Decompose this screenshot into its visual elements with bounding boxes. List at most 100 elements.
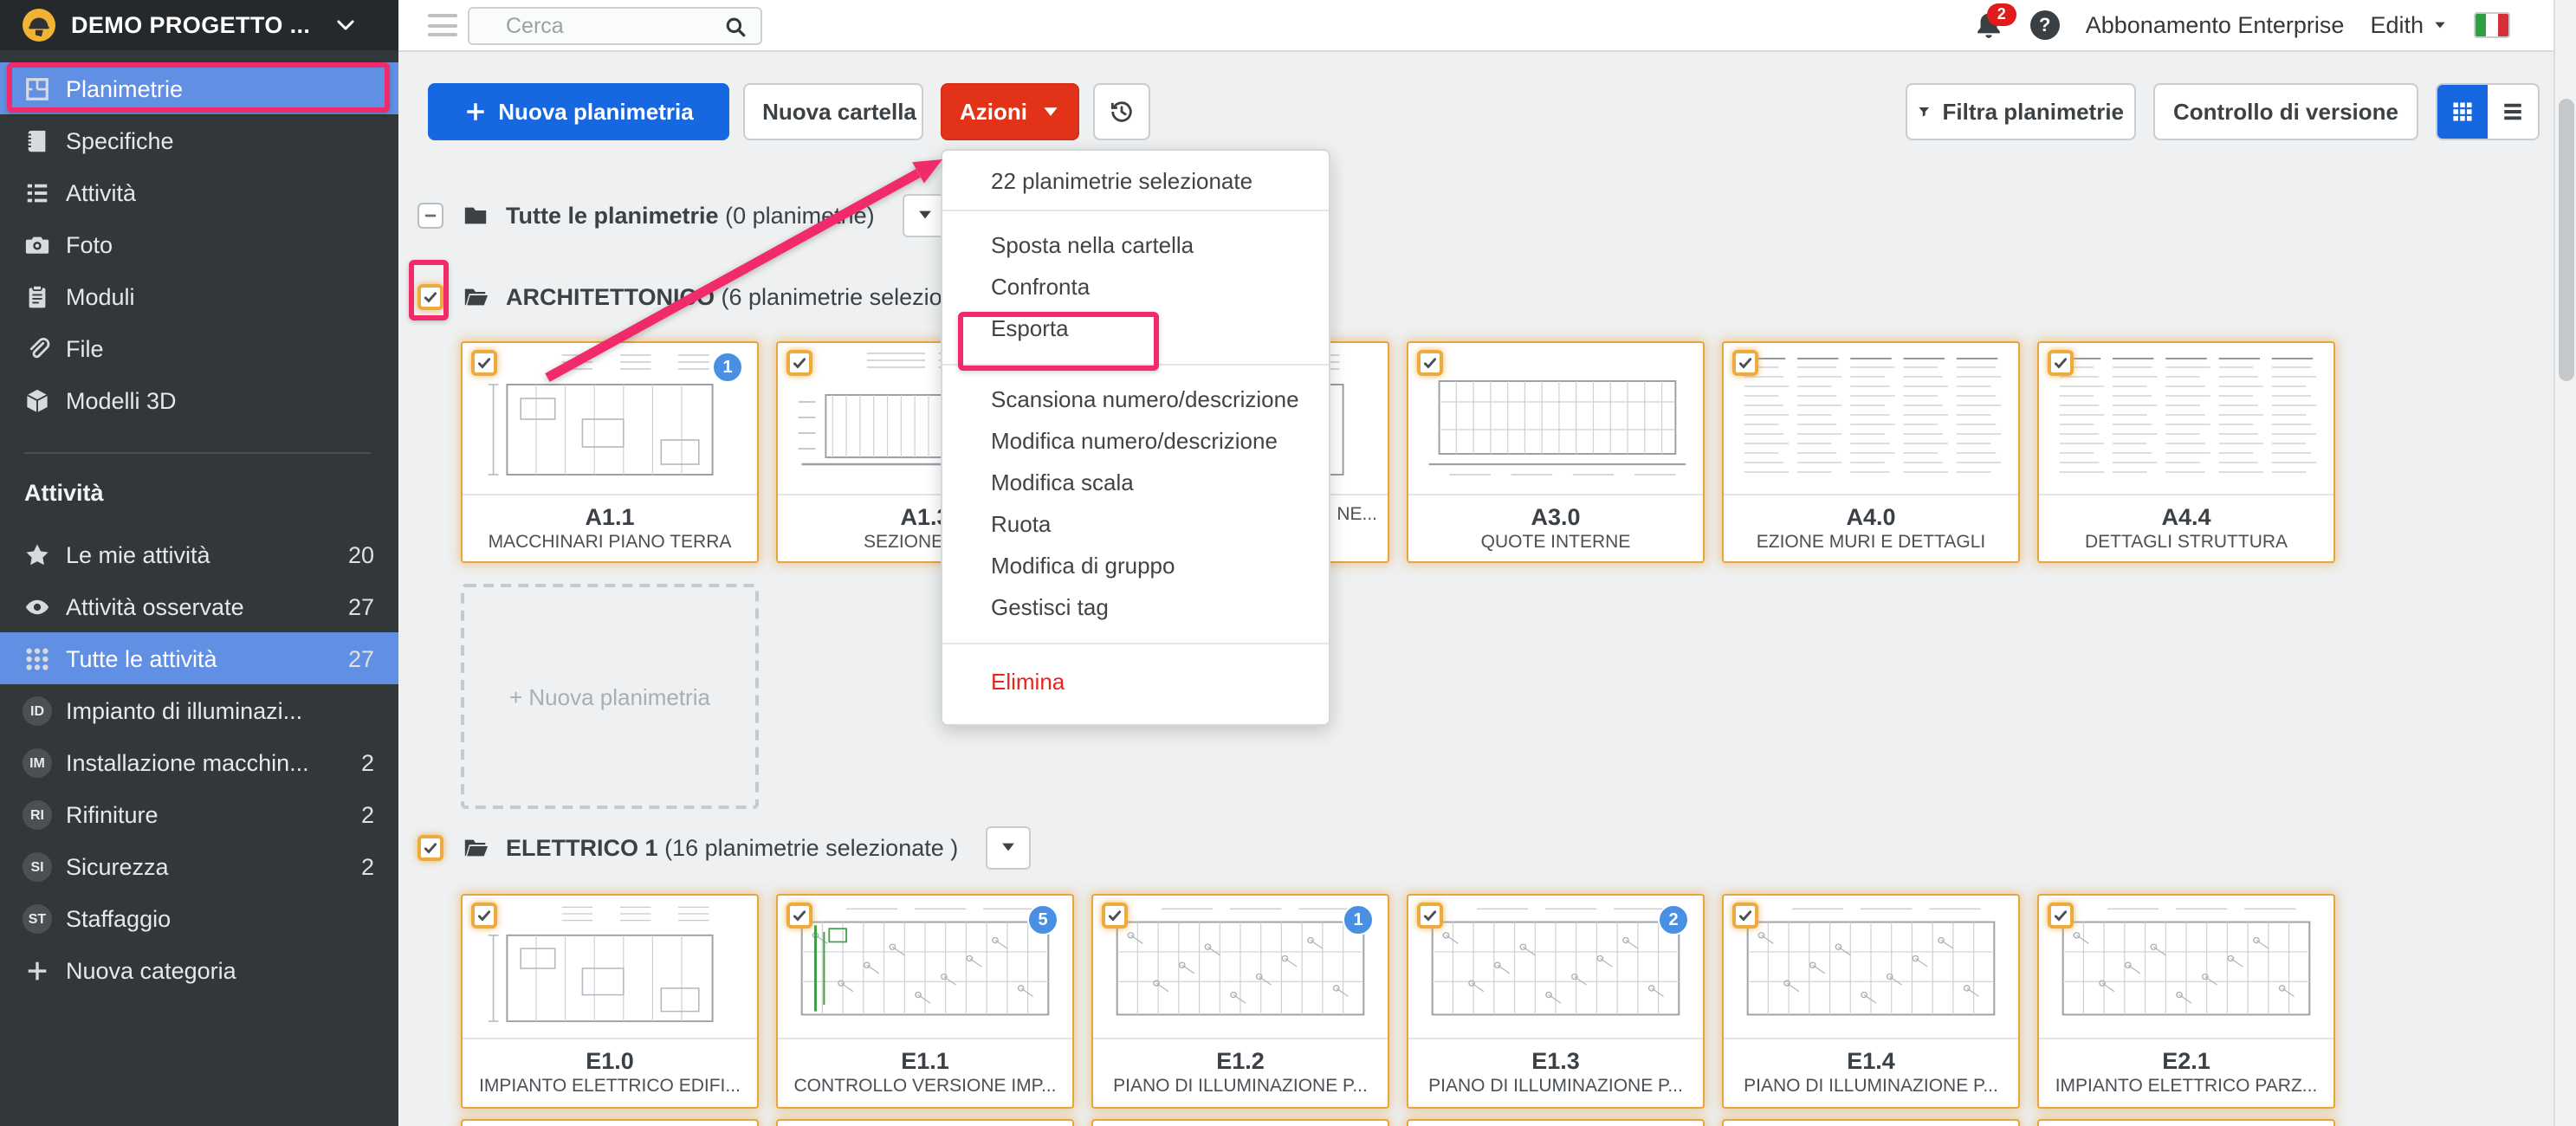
- notifications-button[interactable]: 2: [1973, 10, 2004, 41]
- checkbox-checked[interactable]: [1102, 903, 1128, 929]
- plan-card-a1-1[interactable]: 1A1.1MACCHINARI PIANO TERRA: [461, 341, 759, 563]
- sidebar-item-modelli-3d[interactable]: Modelli 3D: [0, 374, 398, 426]
- sidebar-item-rifiniture[interactable]: RIRifiniture2: [0, 788, 398, 840]
- plan-description: QUOTE INTERNE: [1408, 532, 1703, 554]
- search-input[interactable]: [469, 12, 717, 40]
- language-flag-italy[interactable]: [2474, 12, 2510, 38]
- list-view-icon: [2502, 100, 2524, 123]
- folder-row-all-plans: Tutte le planimetrie (0 planimetrie): [417, 191, 948, 239]
- new-folder-button[interactable]: Nuova cartella: [743, 83, 923, 140]
- help-button[interactable]: ?: [2030, 10, 2060, 40]
- menu-item-scansiona-numero-descrizione[interactable]: Scansiona numero/descrizione: [942, 379, 1329, 421]
- actions-button[interactable]: Azioni: [941, 83, 1079, 140]
- menu-item-gestisci-tag[interactable]: Gestisci tag: [942, 587, 1329, 629]
- plan-card-a4-0[interactable]: A4.0EZIONE MURI E DETTAGLI: [1722, 341, 2020, 563]
- checkbox-checked[interactable]: [2048, 903, 2074, 929]
- subscription-link[interactable]: Abbonamento Enterprise: [2086, 12, 2345, 38]
- menu-item-modifica-di-gruppo[interactable]: Modifica di gruppo: [942, 546, 1329, 587]
- version-history-button[interactable]: [1093, 83, 1150, 140]
- menu-item-modifica-scala[interactable]: Modifica scala: [942, 463, 1329, 504]
- sidebar-section-title: Attività: [24, 480, 104, 506]
- plan-description: MACCHINARI PIANO TERRA: [463, 532, 757, 554]
- sidebar-item-label: Attività osservate: [66, 593, 348, 619]
- sidebar-item-impianto-di-illuminazi[interactable]: IDImpianto di illuminazi...: [0, 684, 398, 736]
- menu-item-confronta[interactable]: Confronta: [942, 267, 1329, 308]
- checkbox-indeterminate[interactable]: [417, 202, 443, 228]
- plan-card-e1-3[interactable]: 2E1.3PIANO DI ILLUMINAZIONE P...: [1407, 894, 1705, 1109]
- plan-number: E1.0: [463, 1048, 757, 1076]
- folder-open-icon: [461, 283, 490, 309]
- checkbox-checked[interactable]: [471, 903, 497, 929]
- checkbox-checked[interactable]: [471, 350, 497, 376]
- sidebar-item-foto[interactable]: Foto: [0, 218, 398, 270]
- new-plan-button[interactable]: Nuova planimetria: [428, 83, 729, 140]
- version-control-button[interactable]: Controllo di versione: [2153, 83, 2418, 140]
- plan-card-a3-0[interactable]: A3.0QUOTE INTERNE: [1407, 341, 1705, 563]
- new-category-button[interactable]: Nuova categoria: [0, 944, 398, 996]
- sidebar-item-specifiche[interactable]: Specifiche: [0, 114, 398, 166]
- sidebar-item-tutte-le-attivit[interactable]: Tutte le attività27: [0, 632, 398, 684]
- plan-card-e1-2[interactable]: 1E1.2PIANO DI ILLUMINAZIONE P...: [1091, 894, 1389, 1109]
- scrollbar-track[interactable]: [2553, 0, 2576, 1126]
- sidebar-new-category-wrap: Nuova categoria: [0, 944, 398, 996]
- sidebar-item-installazione-macchin[interactable]: IMInstallazione macchin...2: [0, 736, 398, 788]
- plan-card-e1-4[interactable]: E1.4PIANO DI ILLUMINAZIONE P...: [1722, 894, 2020, 1109]
- plan-card-e1-0[interactable]: E1.0IMPIANTO ELETTRICO EDIFI...: [461, 894, 759, 1109]
- checkbox-checked[interactable]: [1732, 350, 1758, 376]
- sidebar-item-count: 27: [348, 645, 374, 671]
- checkbox-checked[interactable]: [417, 834, 443, 860]
- user-menu[interactable]: Edith: [2370, 12, 2448, 38]
- menu-item-esporta[interactable]: Esporta: [942, 308, 1329, 350]
- sidebar-item-planimetrie[interactable]: Planimetrie: [0, 62, 398, 114]
- filter-plans-button[interactable]: Filtra planimetrie: [1906, 83, 2136, 140]
- folder-menu-button[interactable]: [986, 825, 1031, 869]
- new-plan-label: Nuova planimetria: [498, 99, 693, 125]
- checkbox-checked[interactable]: [1732, 903, 1758, 929]
- plan-number: A3.0: [1408, 504, 1703, 532]
- checkbox-checked[interactable]: [786, 903, 812, 929]
- new-plan-placeholder-card[interactable]: + Nuova planimetria: [461, 584, 759, 809]
- checkbox-checked[interactable]: [1417, 350, 1443, 376]
- hamburger-icon[interactable]: [428, 14, 457, 36]
- menu-item-elimina[interactable]: Elimina: [942, 662, 1329, 703]
- folder-row-architettonico: ARCHITETTONICO (6 planimetrie selezionat…: [417, 272, 1002, 320]
- history-icon: [1109, 99, 1135, 125]
- sidebar-item-attivit-osservate[interactable]: Attività osservate27: [0, 580, 398, 632]
- plan-card-e2-1[interactable]: E2.1IMPIANTO ELETTRICO PARZ...: [2037, 894, 2335, 1109]
- check-icon: [423, 839, 438, 855]
- sidebar-item-le-mie-attivit[interactable]: Le mie attività20: [0, 528, 398, 580]
- menu-footer: Elimina: [942, 644, 1329, 724]
- search-icon[interactable]: [724, 15, 747, 37]
- version-control-label: Controllo di versione: [2173, 99, 2398, 125]
- checkbox-checked[interactable]: [2048, 350, 2074, 376]
- menu-item-sposta-nella-cartella[interactable]: Sposta nella cartella: [942, 225, 1329, 267]
- plan-number: A1.1: [463, 504, 757, 532]
- folder-title: ARCHITETTONICO (6 planimetrie selezionat…: [506, 283, 1002, 309]
- checkbox-checked[interactable]: [1417, 903, 1443, 929]
- plan-card-top: [1091, 1119, 1389, 1126]
- plan-thumbnail: [1724, 343, 2018, 495]
- sidebar-item-moduli[interactable]: Moduli: [0, 270, 398, 322]
- plan-number: A4.4: [2039, 504, 2333, 532]
- sidebar-item-label: File: [66, 335, 398, 361]
- plan-card-a4-4[interactable]: A4.4DETTAGLI STRUTTURA: [2037, 341, 2335, 563]
- menu-item-ruota[interactable]: Ruota: [942, 504, 1329, 546]
- sidebar-item-attivit[interactable]: Attività: [0, 166, 398, 218]
- plan-card-e1-1[interactable]: 5E1.1CONTROLLO VERSIONE IMP...: [776, 894, 1074, 1109]
- menu-item-modifica-numero-descrizione[interactable]: Modifica numero/descrizione: [942, 421, 1329, 463]
- sidebar-item-file[interactable]: File: [0, 322, 398, 374]
- list-view-button[interactable]: [2488, 85, 2538, 139]
- plan-card-label: E1.0IMPIANTO ELETTRICO EDIFI...: [463, 1038, 757, 1107]
- scrollbar-thumb[interactable]: [2559, 99, 2574, 381]
- sidebar-item-count: 27: [348, 593, 374, 619]
- sidebar-item-staffaggio[interactable]: STStaffaggio: [0, 892, 398, 944]
- sidebar-nav: PlanimetrieSpecificheAttivitàFoto Moduli F…: [0, 62, 398, 426]
- grid-view-button[interactable]: [2437, 85, 2488, 139]
- folder-title: ELETTRICO 1 (16 planimetrie selezionate …: [506, 834, 958, 860]
- checkbox-checked[interactable]: [417, 283, 443, 309]
- view-toggle: [2436, 83, 2540, 140]
- sidebar-item-label: Moduli: [66, 283, 398, 309]
- checkbox-checked[interactable]: [786, 350, 812, 376]
- sidebar-item-sicurezza[interactable]: SISicurezza2: [0, 840, 398, 892]
- project-switcher[interactable]: DEMO PROGETTO ...: [0, 0, 398, 50]
